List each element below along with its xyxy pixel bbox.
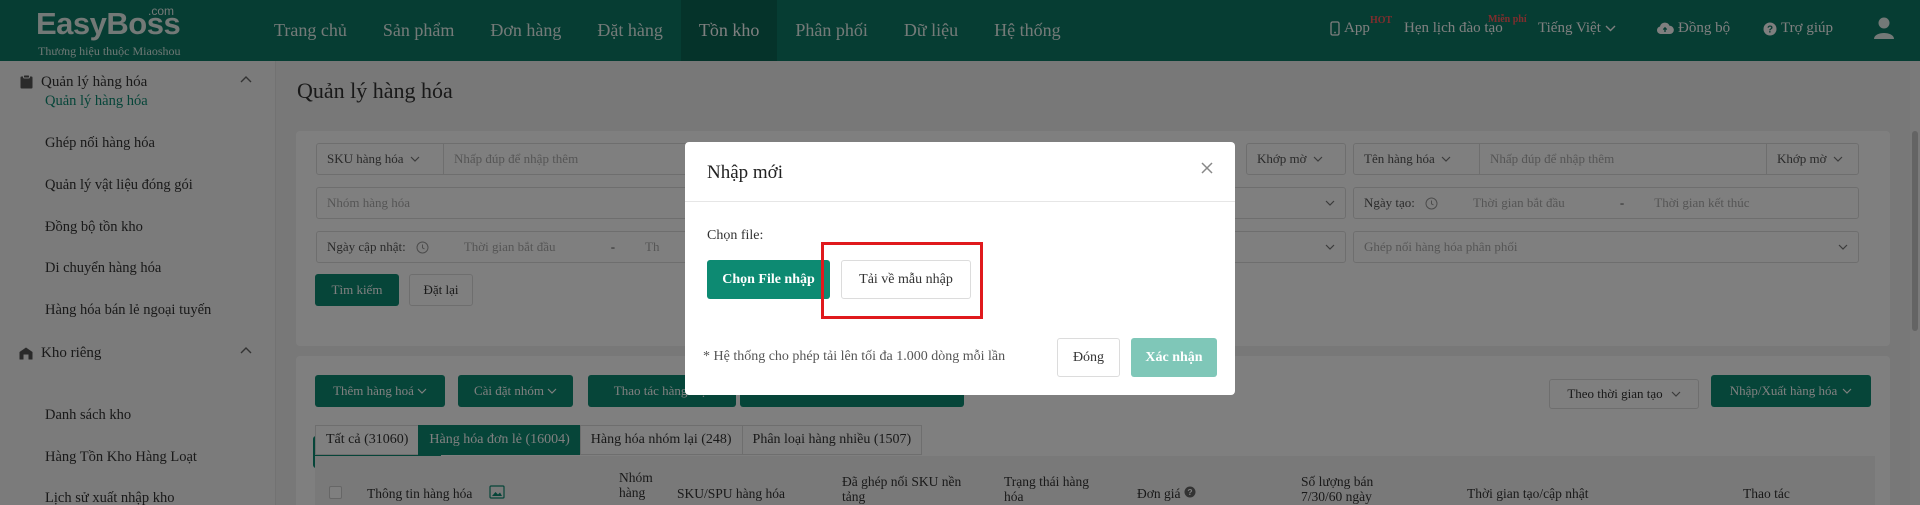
confirm-button[interactable]: Xác nhận [1131,338,1217,377]
file-label: Chọn file: [707,228,764,243]
close-icon[interactable] [1197,158,1217,178]
choose-file-button[interactable]: Chọn File nhập [707,260,830,299]
close-button[interactable]: Đóng [1057,338,1120,377]
dialog-title: Nhập mới [707,162,784,183]
import-dialog: Nhập mới Chọn file: Chọn File nhập Tải v… [685,142,1235,395]
dialog-divider [685,201,1235,202]
upload-limit-note: * Hệ thống cho phép tải lên tối đa 1.000… [703,349,1006,364]
highlight-box [821,242,983,319]
